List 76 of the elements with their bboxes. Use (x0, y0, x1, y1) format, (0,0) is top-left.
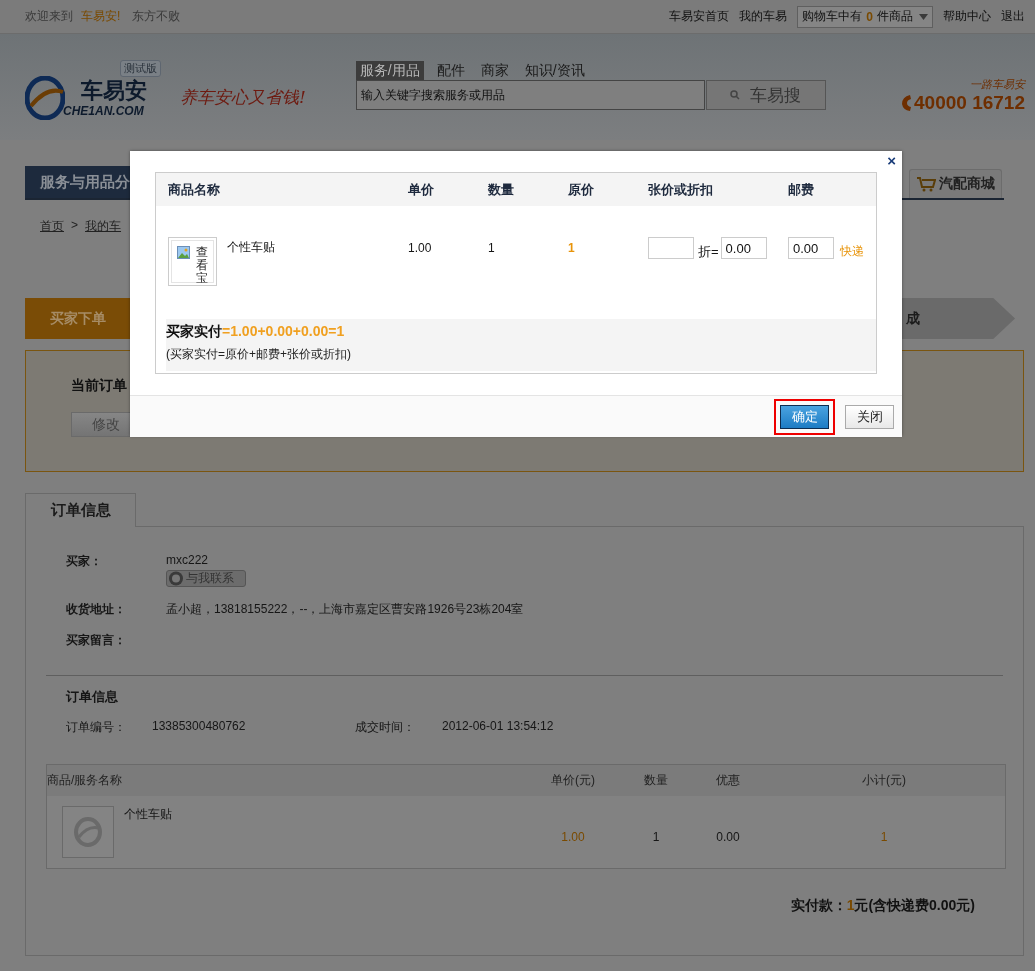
top-link[interactable]: 帮助中心 (943, 8, 991, 25)
breadcrumb-link[interactable]: 首页 (40, 218, 64, 242)
order-info-tab[interactable]: 订单信息 (25, 493, 136, 527)
product-name: 个性车贴 (227, 239, 275, 256)
top-link[interactable]: 退出 (1001, 8, 1025, 25)
section-title: 订单信息 (66, 688, 119, 706)
progress-step: 买家下单 (25, 298, 130, 339)
image-alt-text: 查看宝 (196, 246, 208, 286)
search-icon (730, 90, 741, 100)
table-cell-text: 1 (879, 829, 889, 846)
hotline-number: 40000 16712 (914, 92, 1025, 114)
top-link[interactable]: 车易安首页 (669, 8, 730, 25)
column-header: 单价 (408, 180, 435, 199)
phone-icon (900, 94, 913, 112)
adjust-field[interactable] (648, 237, 694, 259)
confirm-button[interactable]: 确定 (780, 404, 829, 429)
chat-icon (167, 571, 185, 586)
product-name: 个性车贴 (124, 806, 172, 823)
search-tab[interactable]: 商家 (477, 62, 512, 80)
discount-field[interactable]: 0.00 (720, 237, 767, 259)
mall-tab[interactable]: 汽配商城 (909, 169, 1002, 198)
table-cell-text: 1 (568, 240, 576, 257)
field-label: 收货地址： (66, 601, 127, 618)
logo-icon (73, 817, 103, 847)
order-number: 13385300480762 (152, 719, 247, 735)
column-header: 商品名称 (168, 180, 221, 199)
table-cell-text: 0.00 (715, 829, 741, 846)
discount-label: 折= (698, 243, 719, 261)
column-header: 张价或折扣 (648, 180, 714, 199)
search-tab[interactable]: 服务/用品 (355, 61, 424, 80)
total-payment: 实付款：1元(含快递费0.00元) (789, 897, 975, 915)
close-button[interactable]: 关闭 (845, 404, 894, 429)
cart-icon (916, 176, 936, 192)
column-header: 商品/服务名称 (47, 772, 124, 789)
column-header: 原价 (568, 180, 595, 199)
search-tab[interactable]: 知识/资讯 (521, 62, 588, 80)
table-cell-text: 1.00 (408, 240, 433, 257)
beta-badge: 测试版 (120, 60, 161, 77)
search-field[interactable]: 输入关键字搜索服务或用品 (355, 80, 705, 110)
shipping-field[interactable]: 0.00 (788, 237, 834, 259)
logo-text: 车易安 (81, 77, 147, 105)
payment-formula: 买家实付=1.00+0.00+0.00=1 (166, 323, 346, 341)
field-label: 买家： (66, 553, 103, 570)
welcome-text: 欢迎来到 (25, 8, 73, 25)
column-header: 小计(元) (861, 772, 907, 789)
shipping-method-link[interactable]: 快递 (840, 243, 864, 260)
current-order-title: 当前订单 (71, 377, 128, 395)
breadcrumb-separator: > (71, 218, 78, 234)
column-header: 数量 (488, 180, 515, 199)
tagline: 养车安心又省钱! (180, 86, 306, 109)
column-header: 邮费 (788, 180, 815, 199)
column-header: 数量 (643, 772, 669, 789)
table-cell-text: 1 (651, 829, 661, 846)
category-menu[interactable]: 服务与用品分 (25, 166, 130, 198)
hotline-label: 一路车易安 (969, 77, 1025, 92)
logo-icon (25, 76, 65, 120)
caret-icon (919, 13, 928, 20)
breadcrumb-link[interactable]: 我的车 (85, 218, 121, 242)
buyer-name: mxc222 (166, 553, 210, 567)
top-link[interactable]: 我的车易 (739, 8, 788, 25)
field-label: 订单编号： (66, 719, 127, 736)
search-tab[interactable]: 配件 (433, 62, 468, 80)
column-header: 单价(元) (550, 772, 596, 789)
table-cell-text: 1.00 (560, 829, 586, 846)
image-icon (177, 246, 190, 259)
table-cell-text: 1 (488, 240, 496, 257)
column-header: 优惠 (715, 772, 741, 789)
search-button[interactable]: 车易搜 (705, 80, 826, 110)
field-label: 成交时间： (355, 719, 416, 736)
deal-time: 2012-06-01 13:54:12 (442, 719, 554, 735)
field-label: 买家留言： (66, 632, 127, 649)
slogan-text: 东方不败 (132, 8, 181, 25)
address-value: 孟小超，13818155222，--，上海市嘉定区曹安路1926号23栋204室 (166, 601, 525, 618)
cart-dropdown[interactable]: 购物车中有 0 件商品 (797, 5, 933, 28)
logo-domain: CHE1AN.COM (63, 104, 144, 118)
formula-note: (买家实付=原价+邮费+张价或折扣) (166, 346, 352, 363)
